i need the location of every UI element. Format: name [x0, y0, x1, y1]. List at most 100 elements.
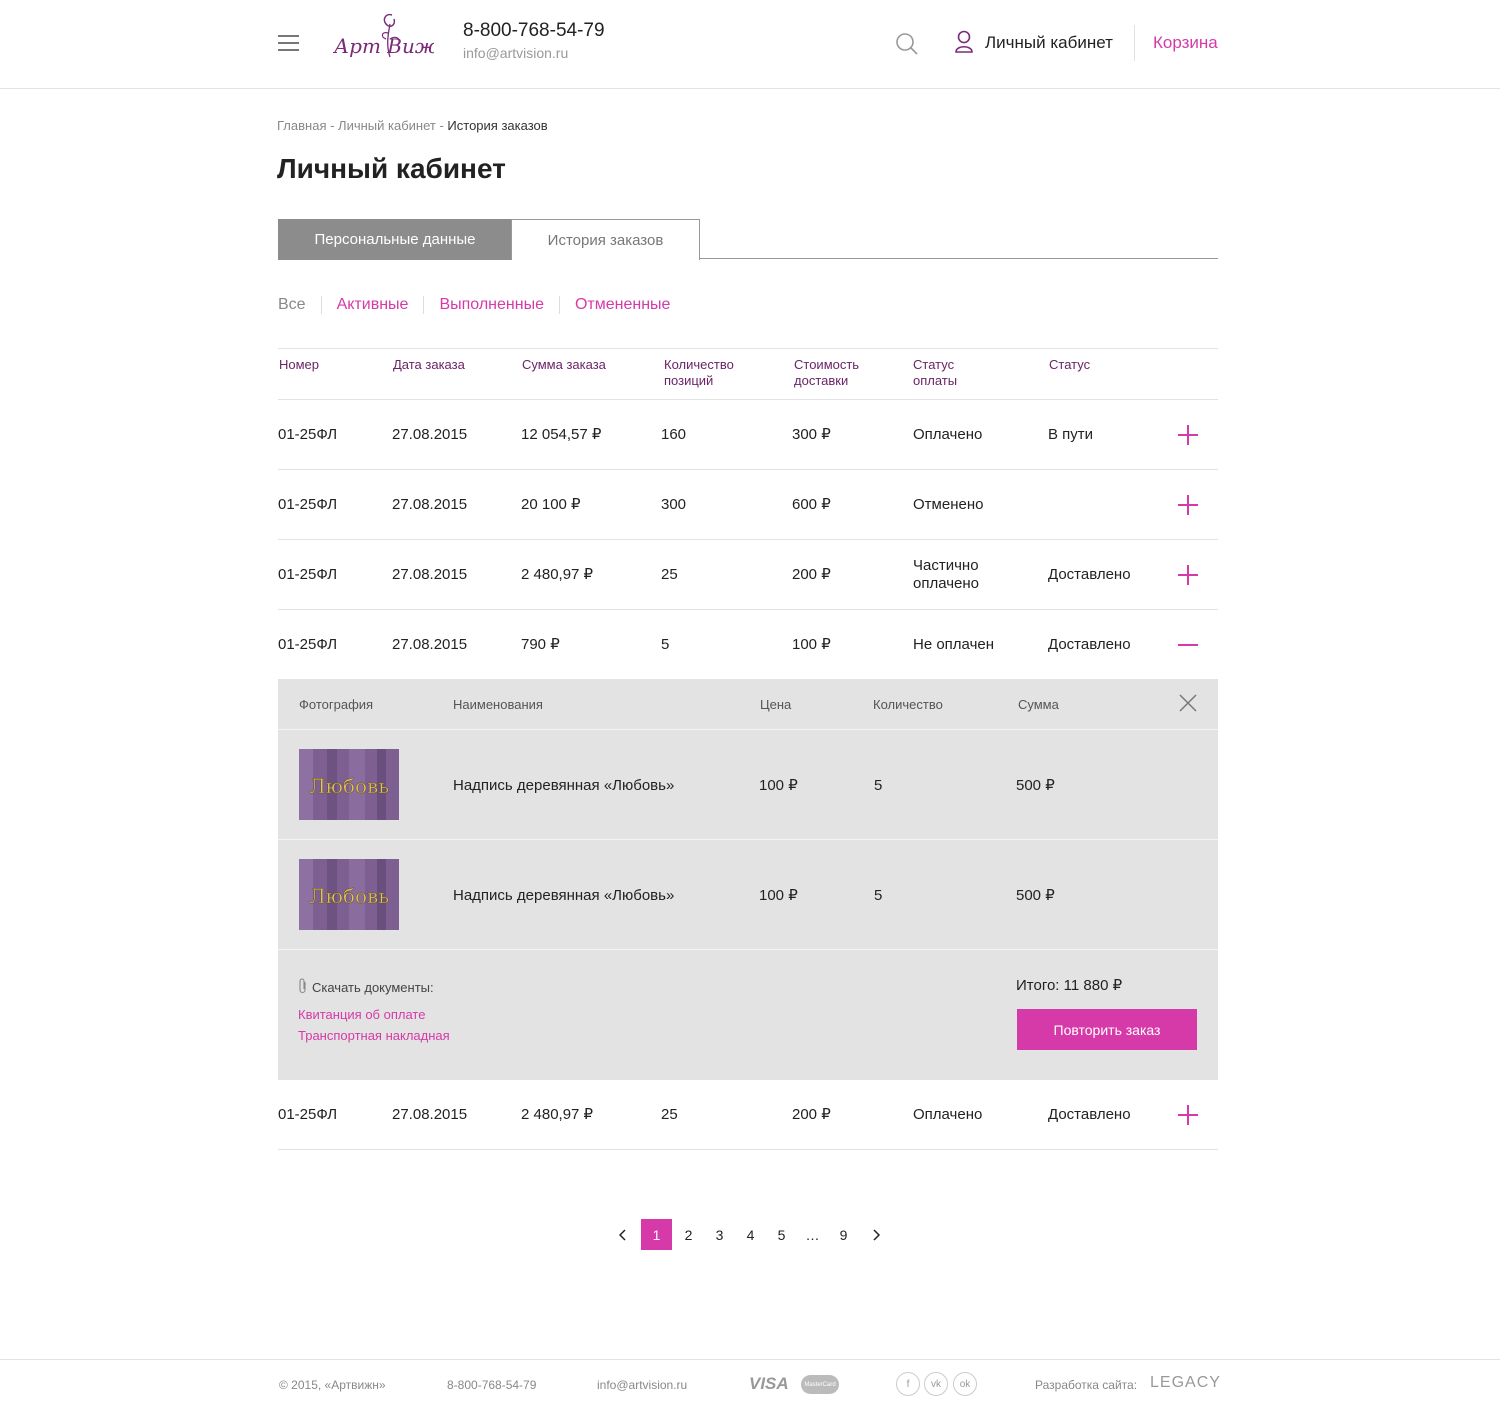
breadcrumb: Главная - Личный кабинет - История заказ… [277, 118, 548, 133]
filter-divider [423, 296, 425, 314]
column-header-payment-status: Статус оплаты [913, 357, 958, 388]
site-header: Арт Вижн 8-800-768-54-79 info@artvision.… [0, 0, 1500, 89]
close-icon[interactable] [1179, 694, 1197, 712]
product-thumbnail[interactable]: Любовь [299, 749, 399, 820]
developer-logo[interactable]: LEGACY [1150, 1374, 1221, 1392]
order-status: В пути [1048, 426, 1094, 443]
order-quantity: 25 [661, 566, 678, 583]
filter-divider [558, 296, 560, 314]
page-2[interactable]: 2 [673, 1219, 704, 1250]
order-quantity: 160 [661, 426, 687, 443]
page-3[interactable]: 3 [704, 1219, 735, 1250]
tabs-underline [699, 258, 1218, 259]
order-delivery: 600 ₽ [792, 496, 831, 513]
table-row-expanded[interactable]: 01-25ФЛ 27.08.2015 790 ₽ 5 100 ₽ Не опла… [278, 610, 1218, 680]
order-quantity: 5 [661, 636, 670, 653]
column-header-delivery: Стоимость доставки [794, 357, 860, 388]
order-payment-status: Отменено [913, 496, 984, 513]
download-documents-label: Скачать документы: [298, 978, 434, 997]
order-details-panel: Фотография Наименования Цена Количество … [278, 679, 1218, 1080]
breadcrumb-separator: - [326, 118, 339, 133]
details-item-row: Любовь Надпись деревянная «Любовь» 100 ₽… [278, 839, 1218, 949]
cart-link[interactable]: Корзина [1153, 33, 1218, 53]
item-price: 100 ₽ [759, 777, 798, 794]
prev-page-icon[interactable] [607, 1219, 638, 1250]
header-divider [1134, 25, 1135, 61]
order-sum: 2 480,97 ₽ [521, 566, 594, 583]
table-row[interactable]: 01-25ФЛ 27.08.2015 20 100 ₽ 300 600 ₽ От… [278, 470, 1218, 540]
order-status: Доставлено [1048, 566, 1131, 583]
site-logo[interactable]: Арт Вижн [330, 9, 451, 75]
order-date: 27.08.2015 [392, 426, 468, 443]
item-sum: 500 ₽ [1016, 777, 1055, 794]
payment-receipt-link[interactable]: Квитанция об оплате [298, 1007, 425, 1022]
details-item-row: Любовь Надпись деревянная «Любовь» 100 ₽… [278, 729, 1218, 839]
column-header-sum: Сумма заказа [522, 357, 606, 372]
table-row[interactable]: 01-25ФЛ 27.08.2015 2 480,97 ₽ 25 200 ₽ О… [278, 1080, 1218, 1150]
collapse-minus-icon[interactable] [1178, 635, 1198, 655]
page-5[interactable]: 5 [766, 1219, 797, 1250]
order-date: 27.08.2015 [392, 496, 468, 513]
item-name[interactable]: Надпись деревянная «Любовь» [453, 840, 674, 950]
next-page-icon[interactable] [860, 1219, 891, 1250]
order-number: 01-25ФЛ [278, 496, 338, 513]
footer-copyright: © 2015, «Артвижн» [279, 1378, 386, 1392]
order-number: 01-25ФЛ [278, 426, 338, 443]
order-status: Доставлено [1048, 1106, 1131, 1123]
order-total: Итого: 11 880 ₽ [1016, 977, 1123, 994]
order-payment-status: Не оплачен [913, 636, 995, 653]
breadcrumb-home[interactable]: Главная [277, 118, 326, 133]
details-header-name: Наименования [453, 697, 543, 712]
details-header-photo: Фотография [299, 697, 374, 712]
header-email[interactable]: info@artvision.ru [463, 45, 568, 61]
item-name[interactable]: Надпись деревянная «Любовь» [453, 730, 674, 840]
waybill-link[interactable]: Транспортная накладная [298, 1028, 450, 1043]
site-footer: © 2015, «Артвижн» 8-800-768-54-79 info@a… [0, 1359, 1500, 1410]
expand-plus-icon[interactable] [1178, 565, 1198, 585]
search-icon[interactable] [895, 32, 919, 56]
filter-divider [320, 296, 322, 314]
pagination: 1 2 3 4 5 … 9 [607, 1219, 893, 1250]
page-1[interactable]: 1 [641, 1219, 672, 1250]
user-icon[interactable] [954, 30, 974, 54]
order-quantity: 300 [661, 496, 687, 513]
footer-phone[interactable]: 8-800-768-54-79 [447, 1378, 536, 1392]
page-ellipsis: … [805, 1226, 820, 1243]
paperclip-icon [298, 978, 308, 997]
order-sum: 12 054,57 ₽ [521, 426, 602, 443]
order-status: Доставлено [1048, 636, 1131, 653]
filter-all[interactable]: Все [278, 296, 306, 314]
filter-active[interactable]: Активные [337, 296, 409, 314]
order-payment-status: Частично оплачено [913, 557, 980, 592]
odnoklassniki-icon[interactable]: ok [953, 1372, 977, 1396]
cabinet-link[interactable]: Личный кабинет [985, 33, 1113, 53]
order-delivery: 200 ₽ [792, 566, 831, 583]
order-number: 01-25ФЛ [278, 636, 338, 653]
menu-icon[interactable] [278, 33, 299, 53]
repeat-order-button[interactable]: Повторить заказ [1017, 1009, 1197, 1050]
developer-label: Разработка сайта: [1035, 1378, 1138, 1392]
facebook-icon[interactable]: f [896, 1372, 920, 1396]
table-row[interactable]: 01-25ФЛ 27.08.2015 12 054,57 ₽ 160 300 ₽… [278, 400, 1218, 470]
column-header-quantity: Количество позиций [664, 357, 734, 388]
page-9[interactable]: 9 [828, 1219, 859, 1250]
order-delivery: 100 ₽ [792, 636, 831, 653]
product-thumbnail[interactable]: Любовь [299, 859, 399, 930]
column-header-status: Статус [1049, 357, 1091, 372]
expand-plus-icon[interactable] [1178, 495, 1198, 515]
footer-email[interactable]: info@artvision.ru [597, 1378, 687, 1392]
filter-cancelled[interactable]: Отмененные [575, 296, 670, 314]
expand-plus-icon[interactable] [1178, 1105, 1198, 1125]
order-filters: Все Активные Выполненные Отмененные [278, 294, 670, 316]
tab-personal-data[interactable]: Персональные данные [278, 219, 512, 260]
page-4[interactable]: 4 [735, 1219, 766, 1250]
expand-plus-icon[interactable] [1178, 425, 1198, 445]
tab-order-history[interactable]: История заказов [511, 219, 700, 260]
header-phone[interactable]: 8-800-768-54-79 [463, 20, 605, 42]
filter-completed[interactable]: Выполненные [439, 296, 544, 314]
order-number: 01-25ФЛ [278, 1106, 338, 1123]
table-row[interactable]: 01-25ФЛ 27.08.2015 2 480,97 ₽ 25 200 ₽ Ч… [278, 540, 1218, 610]
details-footer: Скачать документы: Квитанция об оплате Т… [278, 949, 1218, 1080]
breadcrumb-cabinet[interactable]: Личный кабинет [338, 118, 436, 133]
vk-icon[interactable]: vk [924, 1372, 948, 1396]
